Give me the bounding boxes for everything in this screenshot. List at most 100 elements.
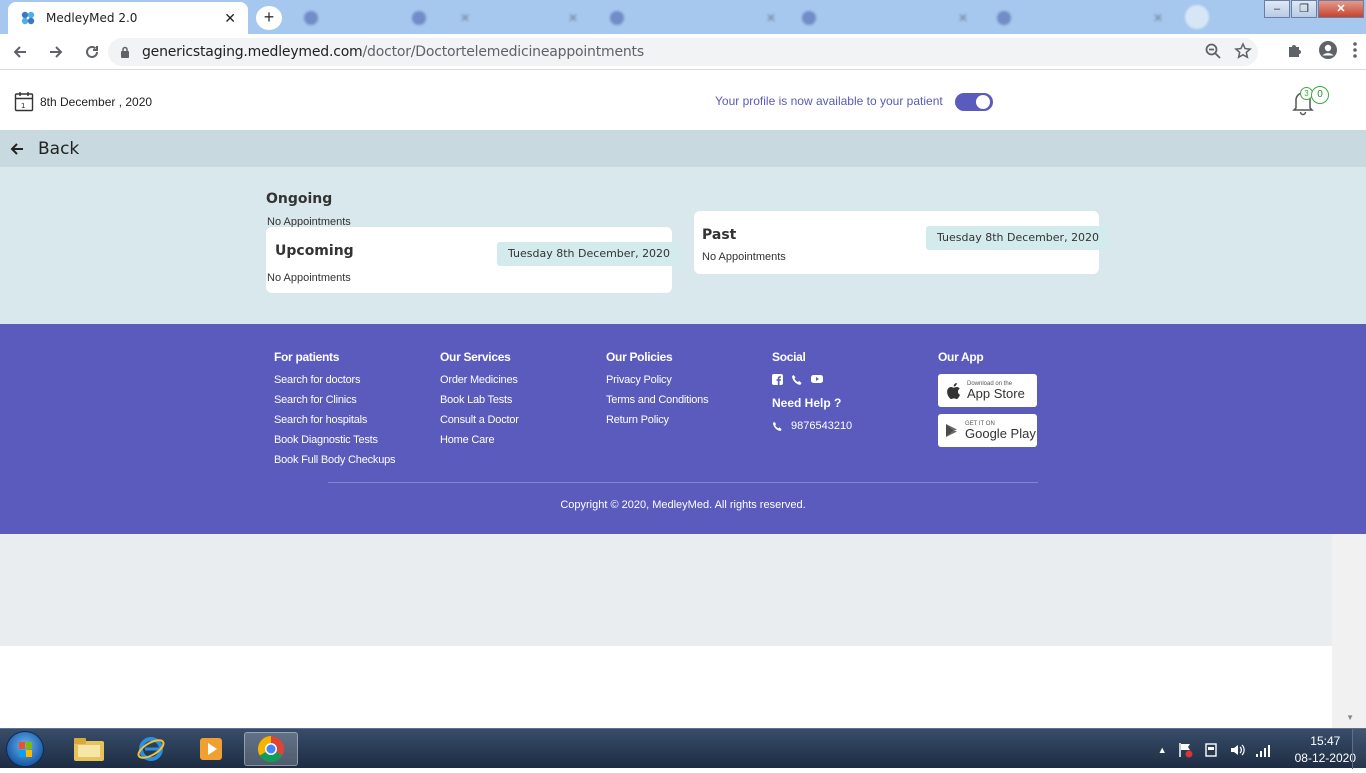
menu-kebab-icon[interactable]	[1352, 41, 1358, 59]
close-window-button[interactable]: ✕	[1318, 0, 1364, 18]
action-center-flag-icon[interactable]	[1177, 742, 1193, 758]
tab-favicon-icon	[802, 11, 816, 25]
forward-nav-icon[interactable]	[40, 36, 72, 68]
ongoing-title: Ongoing	[266, 191, 333, 207]
footer-heading: Our Policies	[606, 350, 673, 364]
taskbar-internet-explorer[interactable]	[124, 732, 178, 766]
tab-medleymed[interactable]: MedleyMed 2.0 ✕	[8, 2, 248, 34]
google-play-text: GET IT ON Google Play	[965, 421, 1036, 441]
reload-icon[interactable]	[76, 36, 108, 68]
chrome-profile-icon[interactable]	[1185, 5, 1209, 29]
windows-taskbar: ▲ 15:47 08-12-2020	[0, 728, 1366, 769]
upcoming-date-pill[interactable]: Tuesday 8th December, 2020	[497, 242, 682, 266]
upcoming-card: Upcoming Tuesday 8th December, 2020 No A…	[266, 227, 682, 293]
tab-favicon-icon	[304, 11, 318, 25]
internet-explorer-icon	[137, 737, 165, 761]
tab-close-icon[interactable]: ✕	[568, 11, 578, 25]
date-label: 8th December , 2020	[40, 94, 153, 109]
footer-heading: Social	[772, 350, 806, 364]
toolbar-actions	[1286, 40, 1358, 60]
tab-close-icon[interactable]: ✕	[224, 10, 236, 27]
tab-close-icon[interactable]: ✕	[958, 11, 968, 25]
tab-close-icon[interactable]: ✕	[1153, 11, 1163, 25]
footer-social-column: Social Need Help ? 9876543210	[772, 350, 852, 432]
footer-link[interactable]: Home Care	[440, 434, 519, 446]
footer-link[interactable]: Book Diagnostic Tests	[274, 434, 395, 446]
background-tab[interactable]: ✕	[790, 4, 980, 32]
tab-close-icon[interactable]: ✕	[766, 11, 776, 25]
extensions-puzzle-icon[interactable]	[1286, 41, 1304, 59]
restore-button[interactable]: ❐	[1291, 0, 1317, 18]
url-text: genericstaging.medleymed.com/doctor/Doct…	[142, 44, 644, 60]
app-header: 1 8th December , 2020 Your profile is no…	[0, 70, 1366, 130]
taskbar-chrome[interactable]	[244, 732, 298, 766]
past-title: Past	[702, 227, 737, 243]
phone-icon	[772, 421, 782, 431]
google-play-button[interactable]: GET IT ON Google Play	[938, 414, 1037, 447]
clock-time: 15:47	[1310, 734, 1341, 748]
arrow-left-icon[interactable]	[10, 142, 24, 156]
address-bar[interactable]: genericstaging.medleymed.com/doctor/Doct…	[108, 38, 1258, 66]
footer-link[interactable]: Search for hospitals	[274, 414, 395, 426]
footer-link[interactable]: Order Medicines	[440, 374, 519, 386]
footer-link[interactable]: Book Full Body Checkups	[274, 454, 396, 466]
apple-icon	[947, 382, 960, 399]
footer-link[interactable]: Terms and Conditions	[606, 394, 709, 406]
web-page: 1 8th December , 2020 Your profile is no…	[0, 70, 1366, 728]
taskbar-explorer[interactable]	[62, 732, 116, 766]
past-date-pill[interactable]: Tuesday 8th December, 2020	[926, 226, 1111, 250]
footer-patients-column: For patients Search for doctors Search f…	[274, 350, 396, 474]
phone-icon[interactable]	[791, 374, 803, 386]
system-clock[interactable]: 15:47 08-12-2020	[1295, 733, 1356, 767]
footer-link[interactable]: Return Policy	[606, 414, 708, 426]
footer-link[interactable]: Book Lab Tests	[440, 394, 519, 406]
window-controls: – ❐ ✕	[1263, 0, 1364, 18]
bookmark-star-icon[interactable]	[1234, 42, 1252, 60]
volume-icon[interactable]	[1229, 742, 1245, 758]
tab-title: MedleyMed 2.0	[46, 11, 138, 25]
youtube-icon[interactable]	[811, 374, 823, 384]
back-button[interactable]: Back	[38, 139, 79, 159]
zoom-icon[interactable]	[1204, 42, 1222, 60]
notification-count-badge[interactable]: 0	[1311, 86, 1329, 104]
background-tab[interactable]: ✕	[400, 4, 590, 32]
toggle-knob	[976, 95, 990, 109]
omnibox-actions	[1204, 42, 1252, 60]
facebook-icon[interactable]	[772, 374, 783, 385]
upcoming-empty-text: No Appointments	[267, 272, 351, 284]
network-device-icon[interactable]	[1203, 742, 1219, 758]
browser-toolbar: genericstaging.medleymed.com/doctor/Doct…	[0, 34, 1366, 70]
footer-policies-column: Our Policies Privacy Policy Terms and Co…	[606, 350, 709, 434]
app-store-button[interactable]: Download on the App Store	[938, 374, 1037, 407]
footer-link[interactable]: Privacy Policy	[606, 374, 708, 386]
appointments-section: Ongoing No Appointments Upcoming Tuesday…	[0, 167, 1366, 324]
footer-link[interactable]: Search for Clinics	[274, 394, 395, 406]
taskbar-media-player[interactable]	[184, 732, 238, 766]
tray-expand-icon[interactable]: ▲	[1158, 745, 1167, 755]
availability-toggle[interactable]	[955, 93, 993, 111]
footer-link[interactable]: Search for doctors	[274, 374, 395, 386]
footer-services-column: Our Services Order Medicines Book Lab Te…	[440, 350, 519, 454]
background-tab[interactable]: ✕	[598, 4, 788, 32]
background-tab[interactable]: ✕	[985, 4, 1175, 32]
page-scrollbar[interactable]: ▼	[1332, 534, 1366, 728]
footer-link[interactable]: Consult a Doctor	[440, 414, 519, 426]
clock-date: 08-12-2020	[1294, 751, 1356, 765]
past-card: Past Tuesday 8th December, 2020 No Appoi…	[694, 211, 1111, 274]
chrome-icon	[257, 735, 284, 763]
help-phone[interactable]: 9876543210	[772, 420, 852, 432]
account-icon[interactable]	[1318, 40, 1338, 60]
calendar-icon: 1	[14, 92, 34, 112]
scroll-down-arrow-icon[interactable]: ▼	[1346, 713, 1354, 722]
back-nav-icon[interactable]	[4, 36, 36, 68]
minimize-button[interactable]: –	[1264, 0, 1290, 18]
app-store-text: Download on the App Store	[967, 381, 1025, 401]
signal-strength-icon[interactable]	[1255, 742, 1271, 758]
new-tab-button[interactable]: +	[256, 6, 282, 30]
start-button[interactable]	[6, 731, 44, 767]
browser-tab-strip: MedleyMed 2.0 ✕ + ✕ ✕ ✕ ✕ ✕ – ❐ ✕	[0, 0, 1366, 34]
footer-app-column: Our App Download on the App Store GET IT…	[938, 350, 1037, 454]
show-desktop-button[interactable]	[1352, 729, 1366, 769]
footer-divider	[328, 482, 1038, 483]
footer-heading: Our Services	[440, 350, 511, 364]
